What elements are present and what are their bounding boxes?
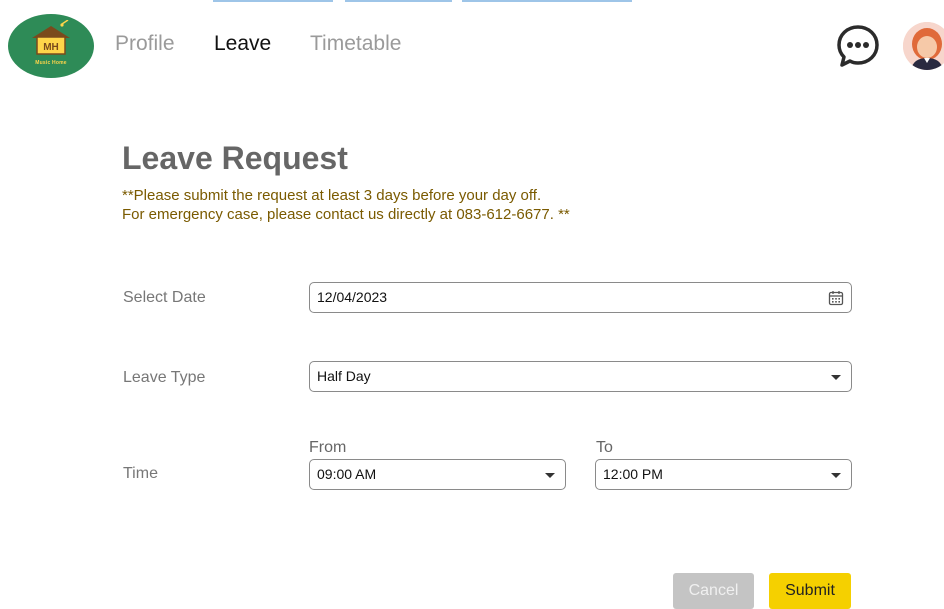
user-avatar[interactable] bbox=[903, 22, 944, 70]
chevron-down-icon bbox=[831, 375, 841, 380]
user-avatar-icon bbox=[903, 22, 944, 70]
submit-button[interactable]: Submit bbox=[769, 573, 851, 609]
date-input[interactable]: 12/04/2023 bbox=[309, 282, 852, 313]
leave-type-label: Leave Type bbox=[123, 369, 206, 386]
chat-button[interactable] bbox=[836, 24, 880, 68]
select-date-label: Select Date bbox=[123, 289, 206, 306]
from-label: From bbox=[309, 439, 347, 456]
nav-leave[interactable]: Leave bbox=[214, 32, 271, 56]
cancel-button[interactable]: Cancel bbox=[673, 573, 754, 609]
from-time-select[interactable]: 09:00 AM bbox=[309, 459, 566, 490]
top-strip-3 bbox=[462, 0, 632, 2]
time-label: Time bbox=[123, 465, 158, 482]
music-home-logo[interactable]: MH Music Home bbox=[8, 14, 94, 78]
from-time-value: 09:00 AM bbox=[317, 466, 377, 482]
leave-notice: **Please submit the request at least 3 d… bbox=[122, 186, 570, 224]
calendar-icon[interactable] bbox=[828, 290, 844, 306]
date-value: 12/04/2023 bbox=[317, 289, 388, 305]
chevron-down-icon bbox=[831, 473, 841, 478]
logo-subtext: Music Home bbox=[35, 60, 67, 66]
logo-letters: MH bbox=[43, 42, 59, 53]
to-time-value: 12:00 PM bbox=[603, 466, 663, 482]
to-label: To bbox=[596, 439, 613, 456]
top-strip-2 bbox=[345, 0, 452, 2]
leave-type-value: Half Day bbox=[317, 368, 371, 384]
house-logo-icon: MH bbox=[32, 20, 70, 55]
nav-timetable[interactable]: Timetable bbox=[310, 32, 401, 56]
page-title: Leave Request bbox=[122, 140, 348, 176]
notice-line-2: For emergency case, please contact us di… bbox=[122, 206, 570, 223]
leave-type-select[interactable]: Half Day bbox=[309, 361, 852, 392]
chevron-down-icon bbox=[545, 473, 555, 478]
notice-line-1: **Please submit the request at least 3 d… bbox=[122, 187, 542, 204]
to-time-select[interactable]: 12:00 PM bbox=[595, 459, 852, 490]
top-strip-1 bbox=[213, 0, 333, 2]
nav-profile[interactable]: Profile bbox=[115, 32, 175, 56]
chat-bubble-icon bbox=[837, 25, 879, 67]
